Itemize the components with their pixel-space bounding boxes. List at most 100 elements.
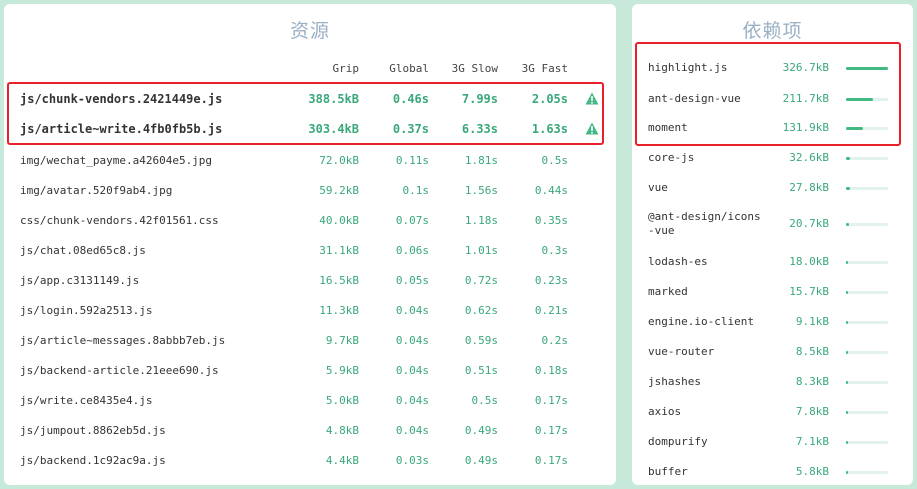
dependency-size: 9.1kB bbox=[795, 315, 829, 328]
size-bar-fill bbox=[846, 471, 848, 474]
resource-fast: 0.2s bbox=[541, 334, 569, 347]
resource-gzip: 4.4kB bbox=[325, 454, 359, 467]
resource-slow: 1.01s bbox=[464, 244, 498, 257]
resource-row[interactable]: img/avatar.520f9ab4.jpg 59.2kB 0.1s 1.56s 0.… bbox=[4, 176, 616, 206]
resource-name: js/login.592a2513.js bbox=[20, 304, 153, 317]
resource-gzip: 388.5kB bbox=[308, 92, 359, 106]
dependency-size: 32.6kB bbox=[789, 151, 829, 164]
resource-global: 0.04s bbox=[395, 394, 429, 407]
dependency-size: 15.7kB bbox=[789, 285, 829, 298]
size-bar bbox=[846, 351, 888, 354]
resource-gzip: 4.8kB bbox=[325, 424, 359, 437]
resource-slow: 0.51s bbox=[464, 364, 498, 377]
dependency-size: 326.7kB bbox=[782, 61, 829, 74]
size-bar-fill bbox=[846, 291, 849, 294]
dependency-name: core-js bbox=[648, 151, 695, 164]
resource-slow: 0.72s bbox=[464, 274, 498, 287]
resource-slow: 0.49s bbox=[464, 424, 498, 437]
dependency-name: axios bbox=[648, 405, 682, 418]
size-bar-fill bbox=[846, 321, 848, 324]
resource-name: js/write.ce8435e4.js bbox=[20, 394, 153, 407]
resource-slow: 0.5s bbox=[471, 394, 499, 407]
size-bar bbox=[846, 98, 888, 101]
size-bar bbox=[846, 381, 888, 384]
resource-gzip: 303.4kB bbox=[308, 122, 359, 136]
resource-name: img/avatar.520f9ab4.jpg bbox=[20, 184, 173, 197]
dependency-name: moment bbox=[648, 121, 688, 134]
size-bar-fill bbox=[846, 381, 848, 384]
resource-name: js/chat.08ed65c8.js bbox=[20, 244, 146, 257]
dependency-size: 211.7kB bbox=[782, 92, 829, 105]
resource-row[interactable]: js/app.c3131149.js 16.5kB 0.05s 0.72s 0.23s bbox=[4, 266, 616, 296]
resource-fast: 0.17s bbox=[534, 424, 568, 437]
resource-row[interactable]: js/article~messages.8abbb7eb.js 9.7kB 0.04… bbox=[4, 326, 616, 356]
resource-fast: 1.63s bbox=[531, 122, 568, 136]
dependency-size: 27.8kB bbox=[789, 181, 829, 194]
resource-gzip: 5.0kB bbox=[325, 394, 359, 407]
size-bar bbox=[846, 471, 888, 474]
resource-name: js/jumpout.8862eb5d.js bbox=[20, 424, 166, 437]
resource-row[interactable]: css/chunk-vendors.42f01561.css 40.0kB 0.07… bbox=[4, 206, 616, 236]
resource-fast: 0.3s bbox=[541, 244, 569, 257]
resource-row[interactable]: js/chunk-vendors.2421449e.js 388.5kB 0.46s… bbox=[4, 84, 616, 114]
resource-fast: 2.05s bbox=[531, 92, 568, 106]
resource-fast: 0.18s bbox=[534, 364, 568, 377]
size-bar bbox=[846, 441, 888, 444]
resource-row[interactable]: js/write.ce8435e4.js 5.0kB 0.04s 0.5s 0.17s bbox=[4, 386, 616, 416]
size-bar-fill bbox=[846, 351, 848, 354]
header-3g-fast: 3G Fast bbox=[521, 62, 568, 75]
size-bar bbox=[846, 157, 888, 160]
resource-global: 0.05s bbox=[395, 274, 429, 287]
dependency-size: 7.8kB bbox=[795, 405, 829, 418]
dependency-size: 20.7kB bbox=[789, 217, 829, 230]
size-bar-fill bbox=[846, 411, 848, 414]
size-bar-fill bbox=[846, 127, 863, 130]
dependency-name: highlight.js bbox=[648, 61, 728, 74]
dependency-name: dompurify bbox=[648, 435, 708, 448]
resource-gzip: 59.2kB bbox=[319, 184, 359, 197]
size-bar bbox=[846, 261, 888, 264]
resource-global: 0.1s bbox=[402, 184, 430, 197]
resource-global: 0.07s bbox=[395, 214, 429, 227]
resource-gzip: 9.7kB bbox=[325, 334, 359, 347]
size-bar-fill bbox=[846, 223, 849, 226]
resource-global: 0.11s bbox=[395, 154, 429, 167]
size-bar bbox=[846, 321, 888, 324]
size-bar-fill bbox=[846, 261, 849, 264]
resource-row[interactable]: js/article~write.4fb0fb5b.js 303.4kB 0.37s… bbox=[4, 114, 616, 144]
resource-slow: 1.18s bbox=[464, 214, 498, 227]
resource-slow: 7.99s bbox=[461, 92, 498, 106]
resource-row[interactable]: img/wechat_payme.a42604e5.jpg 72.0kB 0.11s… bbox=[4, 146, 616, 176]
resource-name: js/app.c3131149.js bbox=[20, 274, 140, 287]
dependency-size: 18.0kB bbox=[789, 255, 829, 268]
dependency-name: marked bbox=[648, 285, 688, 298]
dependency-name: @ant-design/icons-vue bbox=[648, 210, 761, 237]
resource-name: js/chunk-vendors.2421449e.js bbox=[20, 92, 223, 106]
resource-slow: 0.59s bbox=[464, 334, 498, 347]
size-bar bbox=[846, 67, 888, 70]
resource-fast: 0.35s bbox=[534, 214, 568, 227]
resource-row[interactable]: js/backend-article.21eee690.js 5.9kB 0.04s… bbox=[4, 356, 616, 386]
resource-gzip: 40.0kB bbox=[319, 214, 359, 227]
size-bar bbox=[846, 127, 888, 130]
resource-row[interactable]: js/login.592a2513.js 11.3kB 0.04s 0.62s 0.21… bbox=[4, 296, 616, 326]
resource-gzip: 72.0kB bbox=[319, 154, 359, 167]
resource-slow: 0.62s bbox=[464, 304, 498, 317]
header-gzip: Grip bbox=[332, 62, 360, 75]
size-bar bbox=[846, 411, 888, 414]
resource-slow: 6.33s bbox=[461, 122, 498, 136]
dependency-name: jshashes bbox=[648, 375, 701, 388]
size-bar-fill bbox=[846, 67, 888, 70]
dependency-name: engine.io-client bbox=[648, 315, 754, 328]
resource-global: 0.04s bbox=[395, 304, 429, 317]
resource-row[interactable]: js/chat.08ed65c8.js 31.1kB 0.06s 1.01s 0.3s bbox=[4, 236, 616, 266]
size-bar-fill bbox=[846, 98, 874, 101]
resource-row[interactable]: js/backend.1c92ac9a.js 4.4kB 0.03s 0.49s 0.1… bbox=[4, 446, 616, 476]
dependency-name: ant-design-vue bbox=[648, 92, 741, 105]
resource-row[interactable]: js/jumpout.8862eb5d.js 4.8kB 0.04s 0.49s 0.1… bbox=[4, 416, 616, 446]
resource-gzip: 31.1kB bbox=[319, 244, 359, 257]
resources-panel: 资源 Grip Global 3G Slow 3G Fast js/chunk-… bbox=[4, 4, 616, 485]
dependency-size: 7.1kB bbox=[795, 435, 829, 448]
size-bar-fill bbox=[846, 157, 851, 160]
resource-global: 0.04s bbox=[395, 334, 429, 347]
